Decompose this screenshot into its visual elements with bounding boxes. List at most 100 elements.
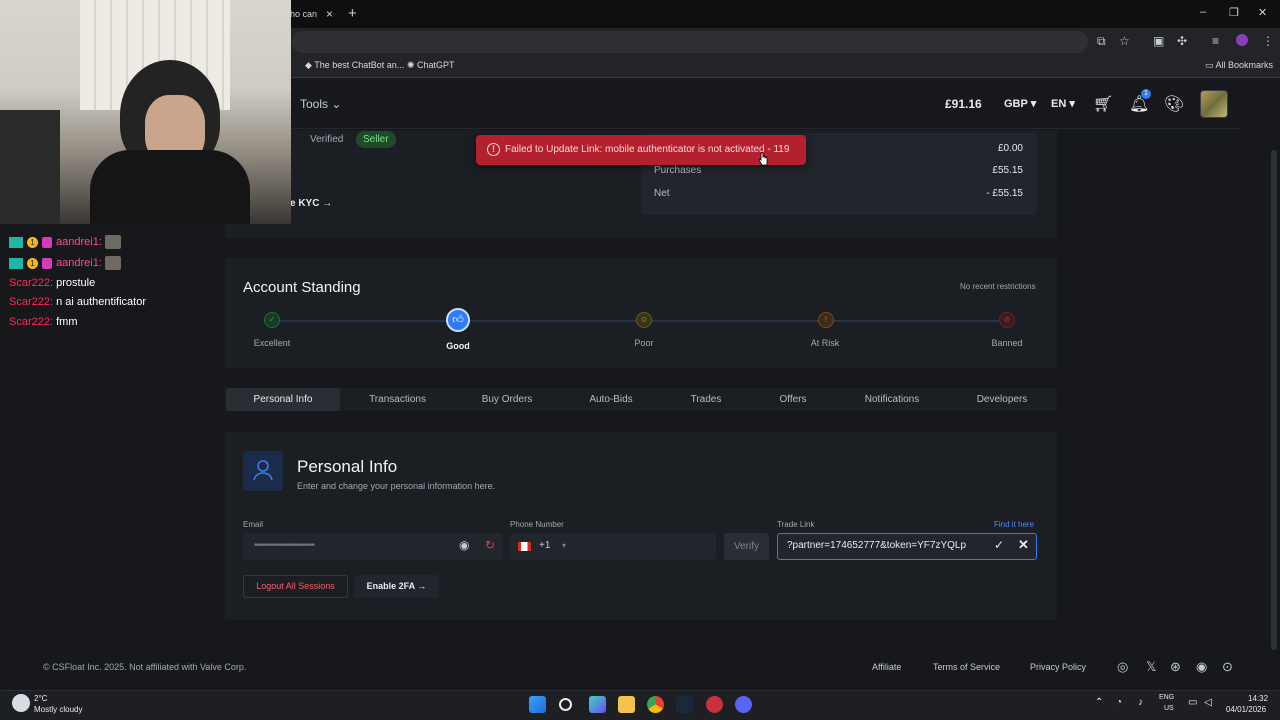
mic-badge-icon: [42, 236, 52, 248]
poor-node-icon: ☺: [636, 312, 652, 328]
maximize-button[interactable]: ❐: [1229, 6, 1239, 19]
input-language[interactable]: ENG: [1159, 694, 1174, 701]
sub-badge-icon: [9, 236, 23, 248]
weather-temp[interactable]: 2°C: [34, 694, 47, 703]
terms-link[interactable]: Terms of Service: [933, 662, 1000, 672]
mic-icon[interactable]: ♪: [1138, 697, 1143, 708]
hand-cursor-icon: [758, 152, 768, 166]
tab-buy-orders[interactable]: Buy Orders: [462, 388, 552, 411]
webcam-overlay: [0, 0, 291, 224]
personal-info-subtitle: Enter and change your personal informati…: [297, 481, 496, 491]
restrictions-note: No recent restrictions: [960, 282, 1036, 291]
account-standing-title: Account Standing: [243, 279, 361, 296]
level-excellent: Excellent: [253, 338, 291, 348]
chrome-taskbar-icon[interactable]: [647, 696, 664, 713]
scrollbar-thumb[interactable]: [1271, 150, 1277, 650]
tab-trades[interactable]: Trades: [676, 388, 736, 411]
bookmark-chatbot[interactable]: ◆ The best ChatBot an...: [305, 60, 404, 71]
browser-tab[interactable]: ho can: [290, 3, 342, 25]
error-toast-message: Failed to Update Link: mobile authentica…: [505, 144, 790, 155]
cloud-icon[interactable]: [12, 694, 30, 712]
clock-date[interactable]: 04/01/2026: [1226, 705, 1266, 714]
sub-badge-icon: [9, 257, 23, 269]
steam-icon[interactable]: ⊛: [1170, 659, 1181, 675]
app-taskbar-icon[interactable]: [706, 696, 723, 713]
weather-desc[interactable]: Mostly cloudy: [34, 705, 82, 714]
bookmark-chatgpt[interactable]: ✺ ChatGPT: [407, 60, 455, 71]
palette-icon[interactable]: 🎨︎: [1164, 94, 1184, 114]
emote-icon: [104, 235, 121, 249]
email-label: Email: [243, 520, 264, 529]
discord-taskbar-icon[interactable]: [735, 696, 752, 713]
phone-label: Phone Number: [510, 520, 564, 529]
webcam-chair: [0, 110, 60, 224]
tab-developers[interactable]: Developers: [965, 388, 1039, 411]
media-controls-icon[interactable]: ≡: [1212, 34, 1219, 48]
dial-code[interactable]: +1: [539, 540, 550, 551]
at-risk-node-icon: !: [818, 312, 834, 328]
address-field[interactable]: [292, 31, 1088, 53]
menu-kebab-icon[interactable]: ⋮: [1262, 34, 1274, 48]
steam-taskbar-icon[interactable]: [676, 696, 693, 713]
windows-start-icon[interactable]: [529, 696, 546, 713]
speaker-icon[interactable]: ◁: [1204, 697, 1212, 708]
net-value: - £55.15: [986, 188, 1023, 199]
copilot-icon[interactable]: [589, 696, 606, 713]
verified-label: Verified: [310, 134, 344, 145]
tab-notifications[interactable]: Notifications: [852, 388, 932, 411]
eye-off-icon[interactable]: ◉: [459, 538, 469, 552]
chat-message: 1 aandrei1:: [9, 256, 121, 270]
arrow-right-icon: →: [417, 581, 427, 591]
tray-app-icon[interactable]: ◔: [1116, 697, 1122, 708]
network-icon[interactable]: ▭: [1188, 697, 1197, 708]
tools-menu[interactable]: Tools ⌄: [300, 97, 341, 111]
tab-offers[interactable]: Offers: [763, 388, 823, 411]
search-icon[interactable]: [559, 698, 572, 711]
chrome-icon[interactable]: ◉: [1196, 659, 1207, 675]
extensions-puzzle-icon[interactable]: ✣: [1177, 34, 1187, 48]
tab-transactions[interactable]: Transactions: [350, 388, 445, 411]
verify-button[interactable]: Verify: [724, 533, 769, 560]
kyc-button[interactable]: e KYC →: [290, 198, 332, 209]
new-tab-button[interactable]: +: [348, 5, 357, 22]
balance[interactable]: £91.16: [945, 97, 982, 111]
close-icon[interactable]: ✕: [1018, 537, 1029, 553]
github-icon[interactable]: ⊙: [1222, 659, 1233, 675]
enable-2fa-button[interactable]: Enable 2FA →: [354, 575, 439, 598]
tray-chevron-up-icon[interactable]: ⌃: [1095, 697, 1103, 708]
x-twitter-icon[interactable]: 𝕏: [1146, 659, 1156, 675]
purchases-value: £55.15: [992, 165, 1023, 176]
gold-badge-icon: 1: [27, 236, 38, 248]
minimize-button[interactable]: –: [1200, 6, 1206, 18]
tab-auto-bids[interactable]: Auto-Bids: [570, 388, 652, 411]
profile-icon[interactable]: [1236, 34, 1248, 46]
privacy-link[interactable]: Privacy Policy: [1030, 662, 1086, 672]
avatar[interactable]: [1200, 90, 1228, 118]
logout-all-sessions-button[interactable]: Logout All Sessions: [243, 575, 348, 598]
affiliate-link[interactable]: Affiliate: [872, 662, 901, 672]
refresh-icon[interactable]: ↻: [485, 538, 495, 552]
net-label: Net: [654, 188, 670, 199]
close-window-button[interactable]: ✕: [1258, 6, 1267, 19]
find-it-here-link[interactable]: Find it here: [994, 520, 1034, 529]
caret-down-icon: ▾: [1069, 98, 1075, 110]
trade-link-value[interactable]: ?partner=174652777&token=YF7zYQLp: [787, 540, 987, 551]
extension-icon[interactable]: ▣: [1153, 34, 1164, 48]
check-icon[interactable]: ✓: [994, 538, 1004, 552]
openai-icon: ✺: [407, 60, 418, 70]
clock-time[interactable]: 14:32: [1248, 694, 1268, 703]
all-bookmarks[interactable]: ▭ All Bookmarks: [1205, 60, 1273, 71]
bookmark-star-icon[interactable]: ☆: [1119, 34, 1130, 48]
discord-icon[interactable]: ◎: [1117, 659, 1128, 675]
currency-select[interactable]: GBP ▾: [1004, 97, 1036, 110]
seller-badge: Seller: [356, 131, 396, 148]
personal-info-title: Personal Info: [297, 457, 398, 476]
language-select[interactable]: EN ▾: [1051, 97, 1075, 110]
input-region[interactable]: US: [1164, 705, 1174, 712]
file-explorer-icon[interactable]: [618, 696, 635, 713]
emote-icon: [104, 256, 121, 270]
install-app-icon[interactable]: ⧉: [1097, 34, 1106, 49]
tab-close-icon[interactable]: ×: [326, 7, 333, 21]
cart-icon[interactable]: 🛒︎: [1093, 94, 1113, 114]
tab-personal-info[interactable]: Personal Info: [226, 388, 340, 411]
